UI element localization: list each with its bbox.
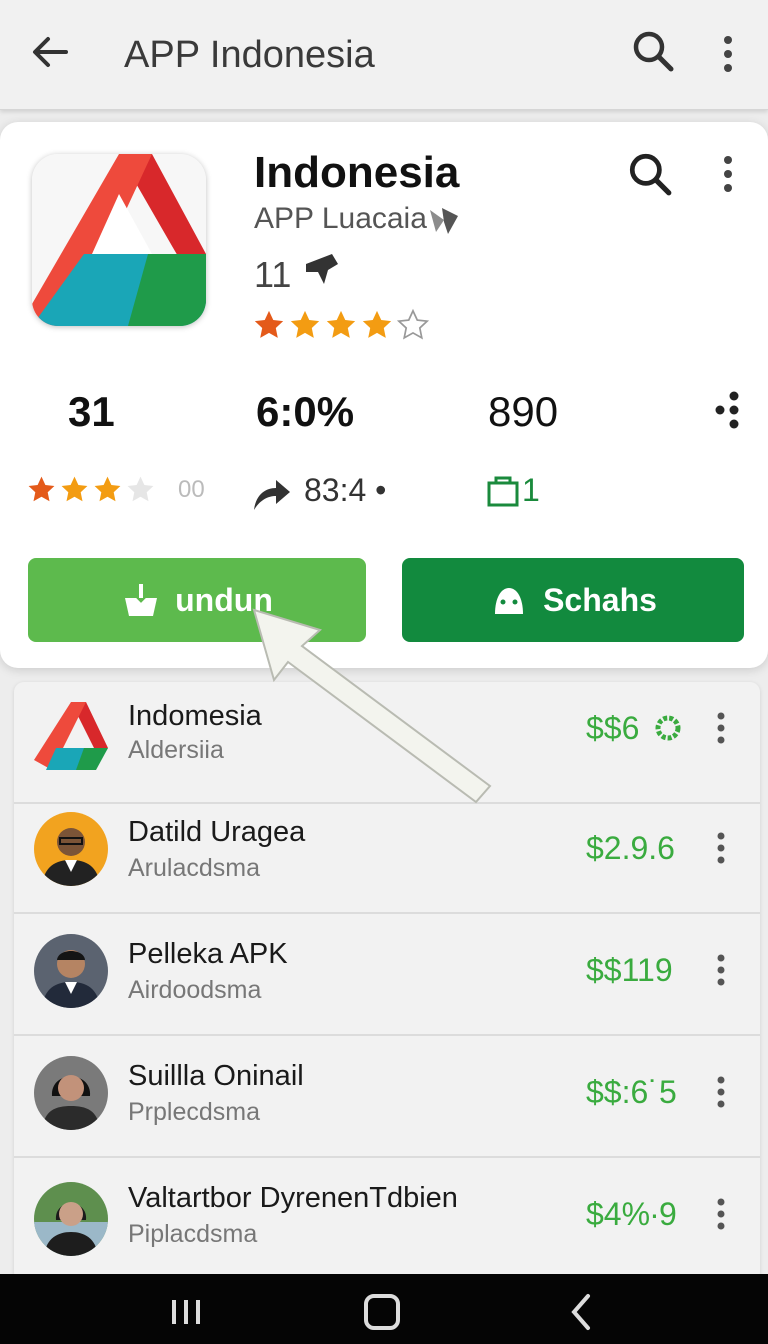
list-item-price: $2.9.6 bbox=[586, 830, 675, 866]
share-arrow-icon[interactable] bbox=[250, 474, 292, 514]
verified-icon bbox=[430, 208, 458, 234]
megaphone-icon bbox=[306, 254, 338, 284]
more-vert-icon[interactable] bbox=[714, 152, 742, 196]
star-full-icon bbox=[326, 310, 356, 338]
star-full-icon bbox=[290, 310, 320, 338]
bag-value: 1 bbox=[522, 472, 540, 508]
list-item-name: Suillla Oninail bbox=[128, 1060, 304, 1092]
dots-menu-icon[interactable] bbox=[710, 390, 746, 430]
search-icon[interactable] bbox=[630, 28, 676, 74]
list-item[interactable]: Pelleka APK Airdoodsma $$119 bbox=[14, 914, 760, 1036]
avatar bbox=[34, 934, 108, 1008]
download-icon bbox=[125, 584, 158, 616]
app-count: 11 bbox=[254, 254, 292, 295]
more-vert-icon[interactable] bbox=[714, 32, 742, 76]
list-item-subtitle: Airdoodsma bbox=[128, 976, 262, 1004]
more-vert-icon[interactable] bbox=[712, 830, 730, 866]
star-full-icon bbox=[61, 476, 88, 502]
secondary-rating: 00 bbox=[26, 474, 205, 505]
list-item-subtitle: Arulacdsma bbox=[128, 854, 260, 882]
list-item-name: Pelleka APK bbox=[128, 938, 288, 970]
avatar bbox=[34, 1182, 108, 1256]
list-item[interactable]: Suillla Oninail Prplecdsma $$:6˙5 bbox=[14, 1036, 760, 1158]
star-full-icon bbox=[254, 310, 284, 338]
more-vert-icon[interactable] bbox=[712, 1196, 730, 1232]
list-item-name: Valtartbor DyrenenTdbien bbox=[128, 1182, 458, 1214]
star-full-icon bbox=[362, 310, 392, 338]
rating-stars bbox=[252, 308, 430, 342]
top-app-bar: APP Indonesia bbox=[0, 0, 768, 110]
stat-value-2: 6:0% bbox=[256, 388, 355, 435]
star-empty-icon bbox=[396, 308, 430, 340]
star-full-icon bbox=[28, 476, 55, 502]
avatar bbox=[34, 812, 108, 886]
secondary-action-label: Schahs bbox=[543, 581, 657, 618]
share-value: 83:4 • bbox=[304, 472, 387, 508]
home-icon[interactable] bbox=[362, 1292, 402, 1332]
list-item-price: $$119 bbox=[586, 952, 673, 988]
recent-apps-icon[interactable] bbox=[166, 1292, 206, 1332]
list-item-subtitle: Aldersiia bbox=[128, 736, 224, 764]
list-item-price: $4%·9 bbox=[586, 1196, 677, 1232]
list-item-name: Datild Uragea bbox=[128, 816, 306, 848]
app-name: Indonesia bbox=[254, 148, 460, 197]
back-arrow-icon[interactable] bbox=[28, 30, 72, 74]
rating-count: 00 bbox=[178, 475, 205, 503]
avatar bbox=[34, 1056, 108, 1130]
shopping-bag-icon bbox=[487, 476, 519, 507]
list-item[interactable]: Valtartbor DyrenenTdbien Piplacdsma $4%·… bbox=[14, 1158, 760, 1280]
system-nav-bar bbox=[0, 1274, 768, 1344]
stat-value-1: 31 bbox=[68, 388, 115, 435]
gear-icon bbox=[655, 715, 681, 741]
list-item-price: $$6 bbox=[586, 710, 640, 746]
pointer-arrow-icon bbox=[252, 608, 492, 804]
list-item-subtitle: Piplacdsma bbox=[128, 1220, 258, 1248]
list-item-subtitle: Prplecdsma bbox=[128, 1098, 260, 1126]
more-vert-icon[interactable] bbox=[712, 952, 730, 988]
app-developer[interactable]: APP Luacaia bbox=[254, 202, 427, 236]
list-item-price: $$:6˙5 bbox=[586, 1074, 677, 1110]
star-empty-icon bbox=[127, 476, 154, 502]
back-icon[interactable] bbox=[562, 1292, 602, 1332]
app-detail-card: Indonesia APP Luacaia 11 31 6:0% 890 00 … bbox=[0, 122, 768, 668]
app-bar-title: APP Indonesia bbox=[124, 34, 375, 76]
list-item[interactable]: Datild Uragea Arulacdsma $2.9.6 bbox=[14, 792, 760, 914]
stat-value-3: 890 bbox=[488, 388, 559, 435]
search-icon[interactable] bbox=[626, 150, 674, 198]
more-vert-icon[interactable] bbox=[712, 1074, 730, 1110]
more-vert-icon[interactable] bbox=[712, 710, 730, 746]
app-logo bbox=[32, 154, 206, 326]
star-full-icon bbox=[94, 476, 121, 502]
app-logo bbox=[34, 696, 108, 770]
